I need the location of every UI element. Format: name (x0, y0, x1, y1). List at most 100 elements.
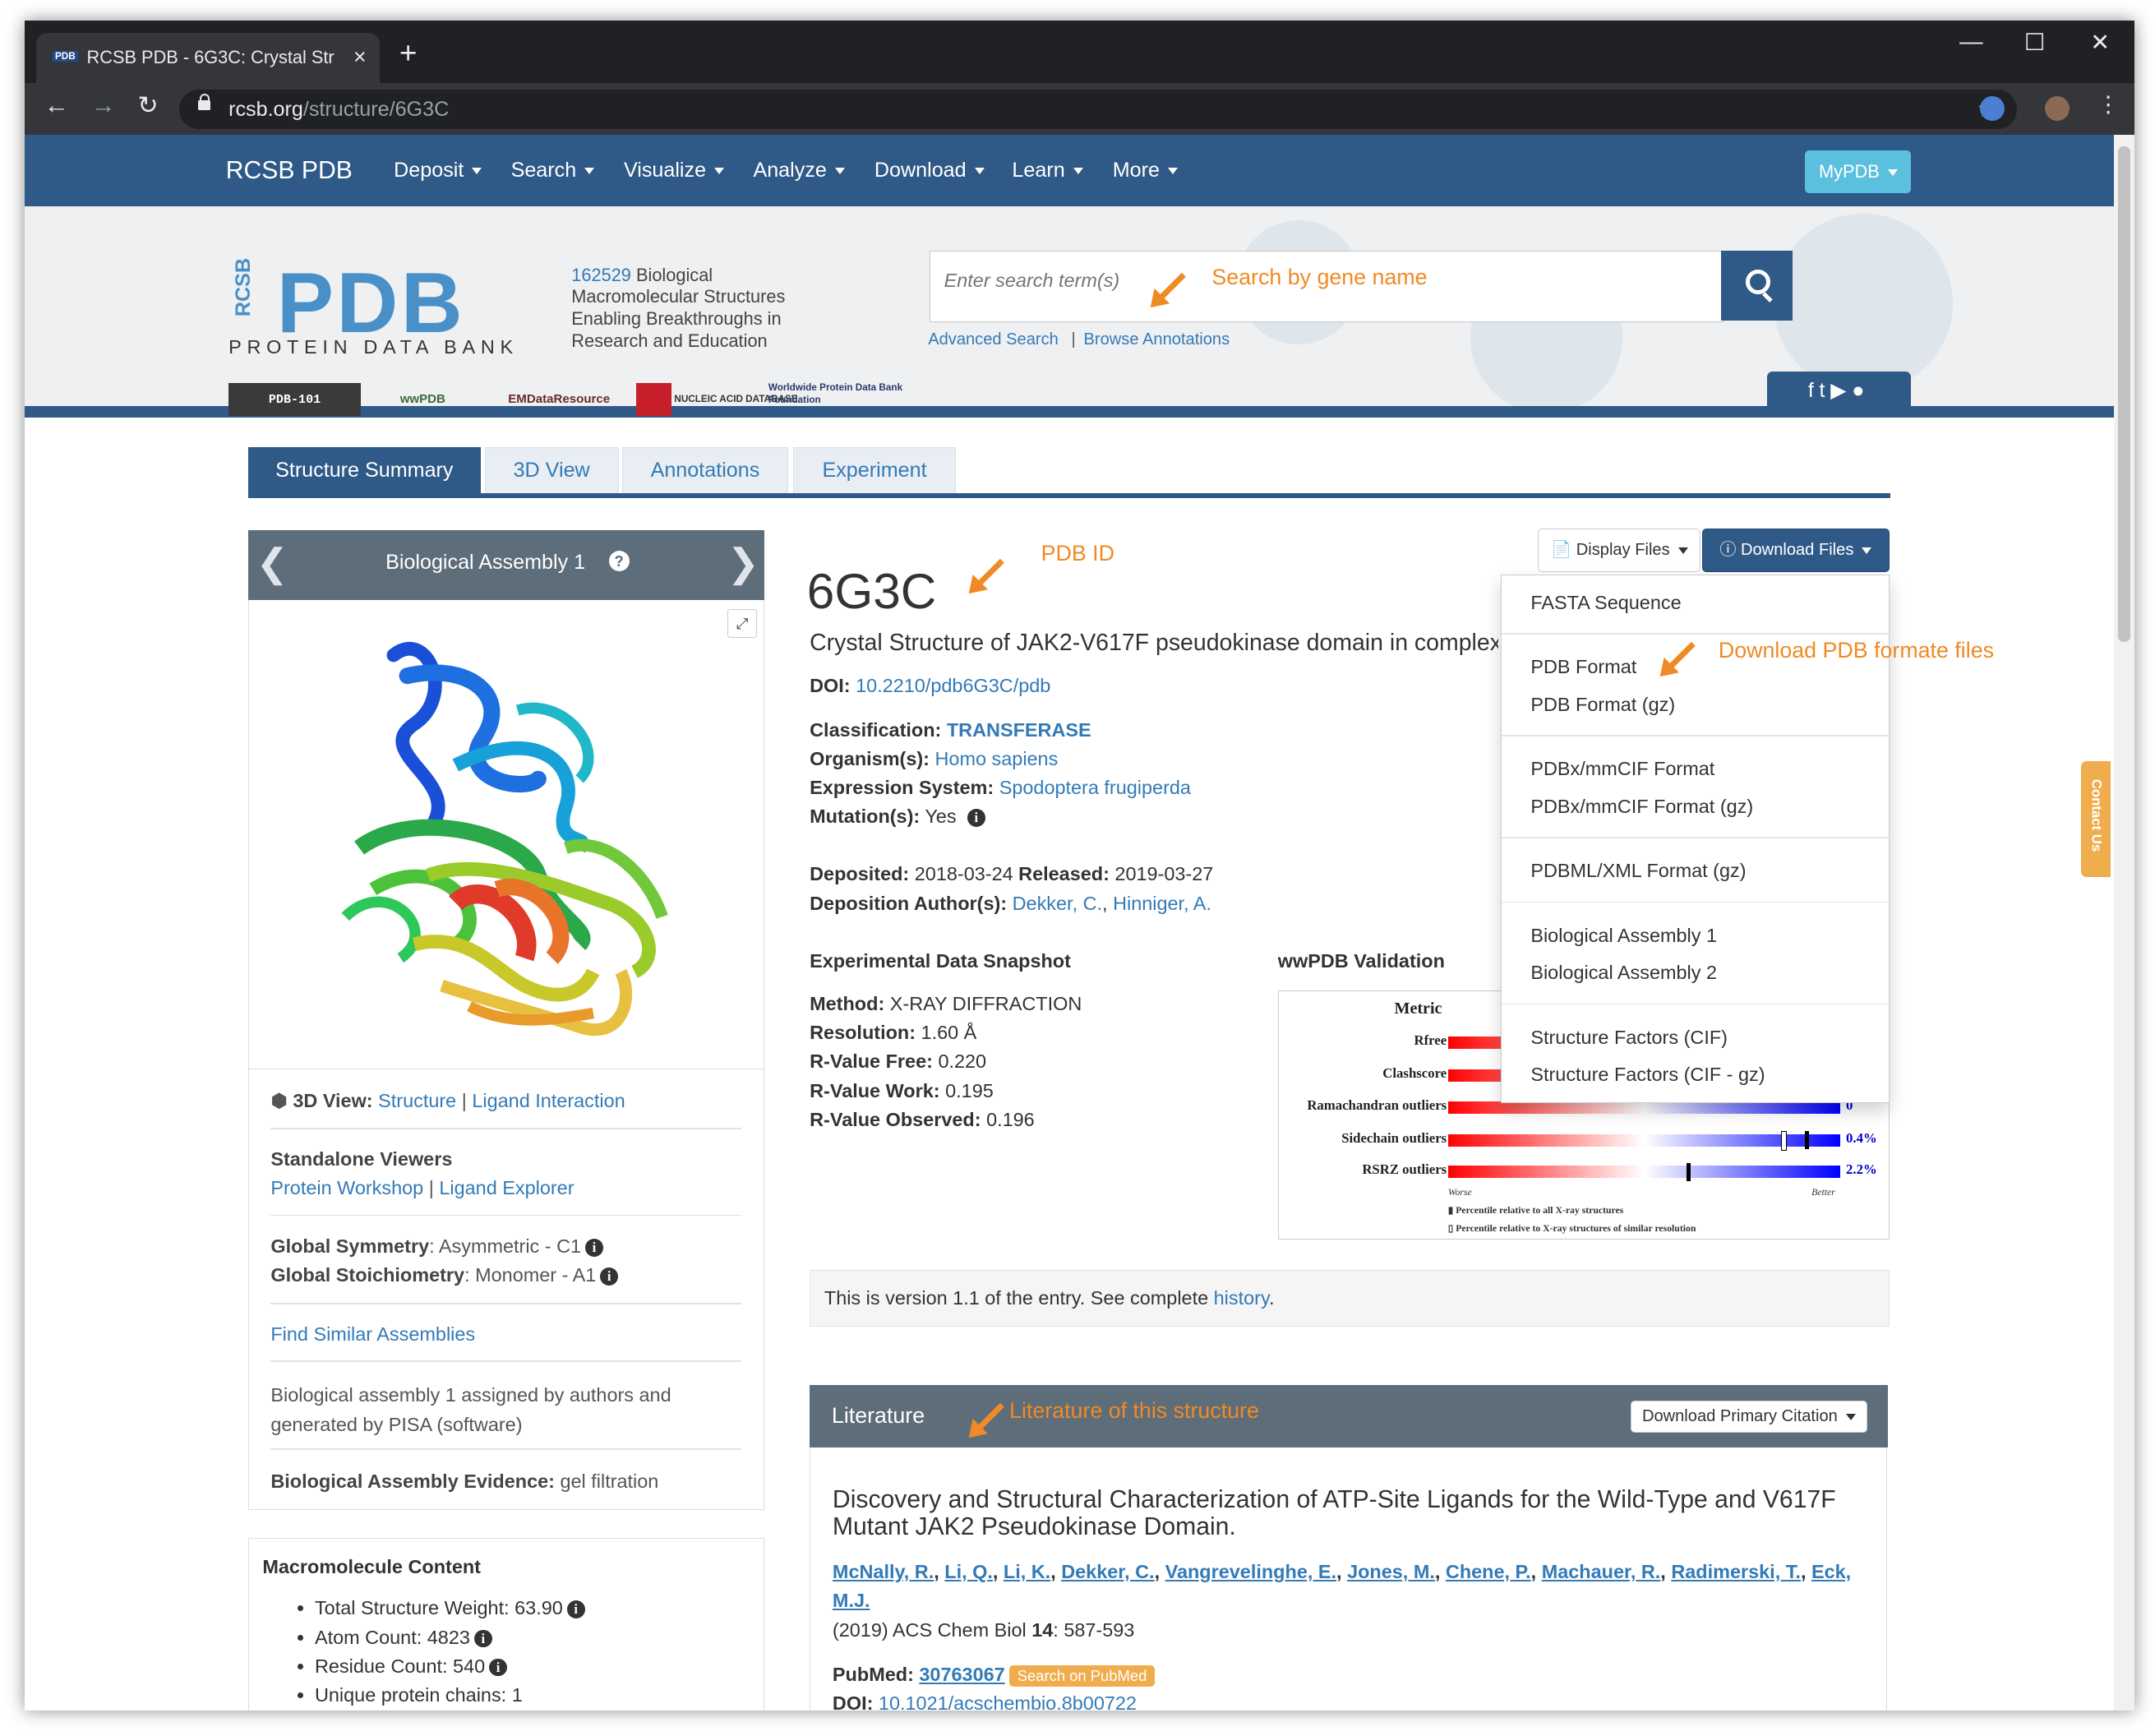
citation-author-link[interactable]: Li, K. (1004, 1561, 1050, 1582)
menu-item-mmcif[interactable]: PDBx/mmCIF Format (1530, 758, 1714, 780)
page-scrollbar[interactable] (2113, 135, 2134, 1711)
menu-item-mmcif-gz[interactable]: PDBx/mmCIF Format (gz) (1530, 796, 1753, 818)
nav-download[interactable]: Download (874, 159, 985, 182)
chevron-right-icon[interactable]: ❯ (727, 543, 759, 583)
avatar[interactable] (2044, 96, 2070, 122)
nav-deposit[interactable]: Deposit (394, 159, 482, 182)
mypdb-button[interactable]: MyPDB (1805, 150, 1912, 193)
menu-item-pdbml[interactable]: PDBML/XML Format (gz) (1530, 860, 1746, 882)
deposition-authors-row: Deposition Author(s): Dekker, C., Hinnig… (810, 892, 1211, 914)
wwpdb-logo[interactable]: wwPDB (367, 383, 479, 416)
nav-learn[interactable]: Learn (1012, 159, 1082, 182)
wwpdb-foundation-logo[interactable]: Worldwide Protein Data Bank Foundation (768, 381, 907, 414)
ligand-interaction-link[interactable]: Ligand Interaction (472, 1090, 625, 1111)
github-icon[interactable]: ● (1852, 379, 1870, 402)
menu-item-fasta[interactable]: FASTA Sequence (1530, 592, 1681, 614)
pdb101-logo[interactable]: PDB-101 (228, 382, 361, 416)
menu-icon[interactable]: ⋮ (2097, 94, 2120, 116)
chevron-left-icon[interactable]: ❮ (256, 543, 288, 583)
history-link[interactable]: history (1214, 1287, 1269, 1309)
citation-author-link[interactable]: Dekker, C. (1061, 1561, 1154, 1582)
menu-item-assembly-2[interactable]: Biological Assembly 2 (1530, 962, 1717, 984)
pubmed-id-link[interactable]: 30763067 (919, 1664, 1004, 1685)
contact-us-tab[interactable]: Contact Us (2080, 761, 2111, 878)
twitter-icon[interactable]: t (1820, 379, 1831, 402)
scrollbar-thumb[interactable] (2117, 145, 2130, 642)
molecule-viewer[interactable]: ⤢ (248, 600, 764, 1070)
advanced-search-link[interactable]: Advanced Search (928, 330, 1059, 349)
standalone-viewers-heading: Standalone Viewers (270, 1148, 452, 1170)
info-icon[interactable]: i (566, 1600, 585, 1619)
reload-icon[interactable]: ↻ (138, 93, 159, 118)
list-item: Total Structure Weight: 63.90i (315, 1594, 585, 1623)
help-icon[interactable]: ? (608, 551, 630, 572)
classification-link[interactable]: TRANSFERASE (947, 719, 1091, 741)
expand-icon[interactable]: ⤢ (727, 608, 757, 638)
new-tab-button[interactable]: + (399, 38, 418, 69)
organism-link[interactable]: Homo sapiens (935, 748, 1059, 769)
citation-author-link[interactable]: McNally, R. (833, 1561, 934, 1582)
rwork-value: 0.195 (945, 1079, 994, 1101)
structure-count-link[interactable]: 162529 (571, 265, 631, 285)
pdb-logo[interactable]: PDB (277, 261, 465, 347)
tab-3d-view[interactable]: 3D View (484, 447, 619, 494)
facebook-icon[interactable]: f (1808, 379, 1820, 402)
browse-annotations-link[interactable]: Browse Annotations (1084, 330, 1230, 349)
address-bar[interactable]: rcsb.org/structure/6G3C ☆ (178, 89, 2018, 130)
emdataresource-logo[interactable]: EMDataResource (487, 383, 630, 416)
menu-item-assembly-1[interactable]: Biological Assembly 1 (1530, 925, 1717, 947)
author-link[interactable]: Hinniger, A. (1113, 893, 1211, 914)
menu-item-structure-factors[interactable]: Structure Factors (CIF) (1530, 1027, 1728, 1049)
doi-link[interactable]: 10.2210/pdb6G3C/pdb (856, 675, 1050, 696)
minimize-icon[interactable]: — (1959, 29, 1982, 56)
menu-item-pdb-format[interactable]: PDB Format (1530, 656, 1636, 678)
citation-author-link[interactable]: Chene, P. (1446, 1561, 1531, 1582)
menu-item-structure-factors-gz[interactable]: Structure Factors (CIF - gz) (1530, 1064, 1765, 1086)
nav-more[interactable]: More (1113, 159, 1178, 182)
ligand-explorer-link[interactable]: Ligand Explorer (439, 1177, 574, 1198)
author-link[interactable]: Dekker, C. (1013, 893, 1102, 914)
browser-tab[interactable]: PDB RCSB PDB - 6G3C: Crystal Structu × (35, 33, 381, 83)
version-notice: This is version 1.1 of the entry. See co… (810, 1269, 1890, 1327)
citation-author-link[interactable]: Li, Q. (944, 1561, 993, 1582)
search-pubmed-button[interactable]: Search on PubMed (1008, 1665, 1156, 1687)
nav-search[interactable]: Search (511, 159, 595, 182)
expression-link[interactable]: Spodoptera frugiperda (999, 777, 1191, 798)
tab-experiment[interactable]: Experiment (793, 447, 957, 494)
info-icon[interactable]: i (967, 809, 985, 827)
protein-workshop-link[interactable]: Protein Workshop (270, 1177, 423, 1198)
divider (270, 1448, 742, 1451)
back-icon[interactable]: ← (44, 93, 69, 118)
tab-annotations[interactable]: Annotations (622, 447, 788, 494)
tab-structure-summary[interactable]: Structure Summary (247, 447, 482, 494)
forward-icon[interactable]: → (91, 93, 116, 118)
search-input[interactable] (941, 268, 1154, 293)
citation-author-link[interactable]: Machauer, R. (1542, 1561, 1661, 1582)
find-similar-assemblies-link[interactable]: Find Similar Assemblies (270, 1323, 475, 1345)
display-files-button[interactable]: 📄 Display Files (1538, 529, 1701, 572)
info-icon[interactable]: i (600, 1267, 619, 1286)
info-icon[interactable]: i (489, 1658, 507, 1677)
info-icon[interactable]: i (585, 1238, 603, 1257)
structure-view-link[interactable]: Structure (378, 1090, 456, 1111)
tab-close-icon[interactable]: × (353, 44, 367, 70)
download-citation-button[interactable]: Download Primary Citation (1630, 1400, 1868, 1433)
site-brand[interactable]: RCSB PDB (226, 157, 353, 185)
nav-visualize[interactable]: Visualize (624, 159, 724, 182)
nav-analyze[interactable]: Analyze (753, 159, 844, 182)
youtube-icon[interactable]: ▶ (1830, 379, 1852, 402)
journal-volume: 14 (1031, 1619, 1054, 1641)
info-icon[interactable]: i (473, 1629, 492, 1648)
citation-doi-link[interactable]: 10.1021/acschembio.8b00722 (879, 1692, 1137, 1711)
search-button[interactable] (1721, 250, 1793, 321)
citation-author-link[interactable]: Jones, M. (1347, 1561, 1435, 1582)
citation-author-link[interactable]: Vangrevelinghe, E. (1165, 1561, 1336, 1582)
close-window-icon[interactable]: ✕ (2090, 29, 2110, 57)
assembly-panel: ⤢ ⬢ 3D View: Structure | Ligand Interact… (247, 600, 765, 1511)
download-files-button[interactable]: ⓘ Download Files (1701, 529, 1890, 572)
maximize-icon[interactable]: ☐ (2024, 29, 2046, 57)
mutation-row: Mutation(s): Yes i (810, 806, 985, 828)
social-links[interactable]: ft▶● (1766, 372, 1912, 411)
citation-author-link[interactable]: Radimerski, T. (1671, 1561, 1801, 1582)
menu-item-pdb-format-gz[interactable]: PDB Format (gz) (1530, 694, 1675, 716)
